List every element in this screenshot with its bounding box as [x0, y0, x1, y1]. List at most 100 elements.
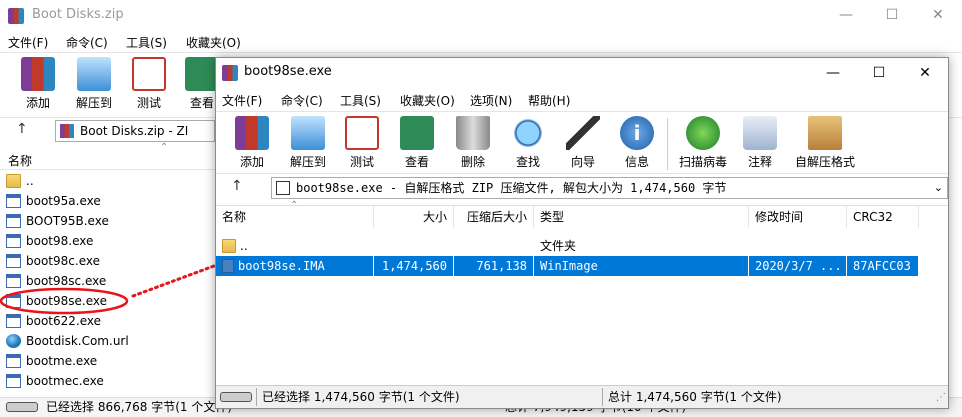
- add-button[interactable]: 添加: [224, 116, 280, 170]
- delete-button[interactable]: 删除: [445, 116, 501, 170]
- folder-icon: [6, 174, 21, 188]
- drive-icon: [220, 392, 252, 402]
- row-crc32: 87AFCC03: [847, 256, 919, 276]
- sort-caret-icon: ⌃: [290, 200, 299, 211]
- exe-file-icon: [6, 194, 21, 208]
- list-item[interactable]: BOOT95B.exe: [0, 211, 215, 231]
- minimize-icon[interactable]: —: [810, 58, 856, 88]
- view-button[interactable]: 查看: [389, 116, 445, 170]
- globe-url-icon: [6, 334, 21, 348]
- info-button[interactable]: i 信息: [609, 116, 665, 170]
- col-packed[interactable]: 压缩后大小: [454, 206, 534, 228]
- bg-menu-tools[interactable]: 工具(S): [126, 34, 167, 51]
- bg-address-field[interactable]: Boot Disks.zip - ZI: [55, 120, 215, 142]
- row-type: WinImage: [534, 256, 749, 276]
- virus-scan-button[interactable]: 扫描病毒: [672, 116, 734, 170]
- fg-address-bar: ↑ boot98se.exe - 自解压格式 ZIP 压缩文件, 解包大小为 1…: [216, 173, 948, 203]
- winrar-app-icon: [8, 8, 24, 24]
- col-modified[interactable]: 修改时间: [749, 206, 847, 228]
- list-item[interactable]: boot95a.exe: [0, 191, 215, 211]
- list-item[interactable]: Bootdisk.Com.url: [0, 331, 215, 351]
- exe-file-icon: [6, 234, 21, 248]
- bg-window-title: Boot Disks.zip: [32, 7, 124, 22]
- list-item[interactable]: bootmec.exe: [0, 371, 215, 391]
- bg-menu-commands[interactable]: 命令(C): [66, 34, 108, 51]
- row-modified: 2020/3/7 ...: [749, 256, 847, 276]
- row-name: ..: [240, 239, 248, 253]
- close-icon[interactable]: ✕: [902, 58, 948, 88]
- list-item[interactable]: boot622.exe: [0, 311, 215, 331]
- bg-column-header[interactable]: 名称 ⌃: [0, 142, 215, 170]
- col-size[interactable]: 大小: [374, 206, 454, 228]
- menu-help[interactable]: 帮助(H): [528, 92, 570, 109]
- exe-file-icon: [6, 314, 21, 328]
- comment-icon: [743, 116, 777, 150]
- up-arrow-icon[interactable]: ↑: [16, 121, 28, 137]
- bg-menu-favorites[interactable]: 收藏夹(O): [186, 34, 241, 51]
- maximize-icon[interactable]: ☐: [856, 58, 902, 88]
- list-item[interactable]: ..: [0, 171, 215, 191]
- exe-file-icon: [6, 354, 21, 368]
- col-crc32[interactable]: CRC32: [847, 206, 919, 228]
- close-icon[interactable]: ✕: [915, 0, 961, 30]
- bug-scan-icon: [686, 116, 720, 150]
- winrar-app-icon: [222, 65, 238, 81]
- bg-name-column-label: 名称: [8, 154, 33, 168]
- menu-favorites[interactable]: 收藏夹(O): [400, 92, 455, 109]
- bg-titlebar[interactable]: Boot Disks.zip — ☐ ✕: [0, 0, 962, 32]
- chevron-down-icon[interactable]: ⌄: [934, 178, 943, 198]
- status-total: 总计 1,474,560 字节(1 个文件): [608, 390, 782, 404]
- archive-icon: [60, 124, 74, 138]
- list-item[interactable]: boot98sc.exe: [0, 271, 215, 291]
- fg-status-bar: 已经选择 1,474,560 字节(1 个文件) 总计 1,474,560 字节…: [216, 385, 948, 408]
- folder-extract-icon: [77, 57, 111, 91]
- menu-tools[interactable]: 工具(S): [340, 92, 381, 109]
- sfx-box-icon: [808, 116, 842, 150]
- maximize-icon[interactable]: ☐: [869, 0, 915, 30]
- col-type[interactable]: 类型: [534, 206, 749, 228]
- sort-caret-icon: ⌃: [160, 142, 169, 153]
- fg-toolbar: 添加 解压到 测试 查看 删除 查找 向导 i 信息 扫描病毒 注释 自解压格式: [216, 111, 948, 171]
- list-item[interactable]: boot98c.exe: [0, 251, 215, 271]
- toolbar-separator: [667, 118, 668, 170]
- foreground-winrar-window: boot98se.exe — ☐ ✕ 文件(F) 命令(C) 工具(S) 收藏夹…: [215, 57, 949, 409]
- menu-commands[interactable]: 命令(C): [281, 92, 323, 109]
- menu-file[interactable]: 文件(F): [222, 92, 262, 109]
- exe-file-icon: [6, 374, 21, 388]
- minimize-icon[interactable]: —: [823, 0, 869, 30]
- status-separator: [256, 388, 257, 406]
- wizard-button[interactable]: 向导: [555, 116, 611, 170]
- list-item[interactable]: bootme.exe: [0, 351, 215, 371]
- list-item[interactable]: boot98.exe: [0, 231, 215, 251]
- extract-to-button[interactable]: 解压到: [280, 116, 336, 170]
- folder-icon: [222, 239, 236, 253]
- bg-extract-button[interactable]: 解压到: [66, 57, 122, 111]
- up-arrow-icon[interactable]: ↑: [231, 178, 243, 194]
- row-size: 1,474,560: [374, 256, 454, 276]
- drive-icon: [6, 402, 38, 412]
- fg-titlebar[interactable]: boot98se.exe — ☐ ✕: [216, 58, 948, 88]
- sfx-button[interactable]: 自解压格式: [790, 116, 860, 170]
- magic-wand-icon: [566, 116, 600, 150]
- exe-file-icon: [6, 294, 21, 308]
- find-button[interactable]: 查找: [500, 116, 556, 170]
- bg-menu-file[interactable]: 文件(F): [8, 34, 48, 51]
- checklist-icon: [132, 57, 166, 91]
- table-row[interactable]: .. 文件夹: [216, 236, 948, 256]
- sfx-archive-icon: [276, 181, 290, 195]
- status-selected: 已经选择 1,474,560 字节(1 个文件): [262, 390, 460, 404]
- bg-add-button[interactable]: 添加: [10, 57, 66, 111]
- test-button[interactable]: 测试: [334, 116, 390, 170]
- trash-icon: [456, 116, 490, 150]
- comment-button[interactable]: 注释: [732, 116, 788, 170]
- bg-test-button[interactable]: 测试: [121, 57, 177, 111]
- fg-address-field[interactable]: boot98se.exe - 自解压格式 ZIP 压缩文件, 解包大小为 1,4…: [271, 177, 948, 199]
- fg-column-header: 名称 大小 压缩后大小 类型 修改时间 CRC32 ⌃: [216, 200, 948, 228]
- magnifier-icon: [511, 116, 545, 150]
- menu-options[interactable]: 选项(N): [470, 92, 512, 109]
- list-item[interactable]: boot98se.exe: [0, 291, 215, 311]
- table-row-selected[interactable]: boot98se.IMA 1,474,560 761,138 WinImage …: [216, 256, 948, 276]
- bg-file-list: .. boot95a.exe BOOT95B.exe boot98.exe bo…: [0, 171, 215, 391]
- resize-grip-icon[interactable]: ⋰: [936, 387, 946, 408]
- fg-menubar: 文件(F) 命令(C) 工具(S) 收藏夹(O) 选项(N) 帮助(H): [216, 89, 948, 109]
